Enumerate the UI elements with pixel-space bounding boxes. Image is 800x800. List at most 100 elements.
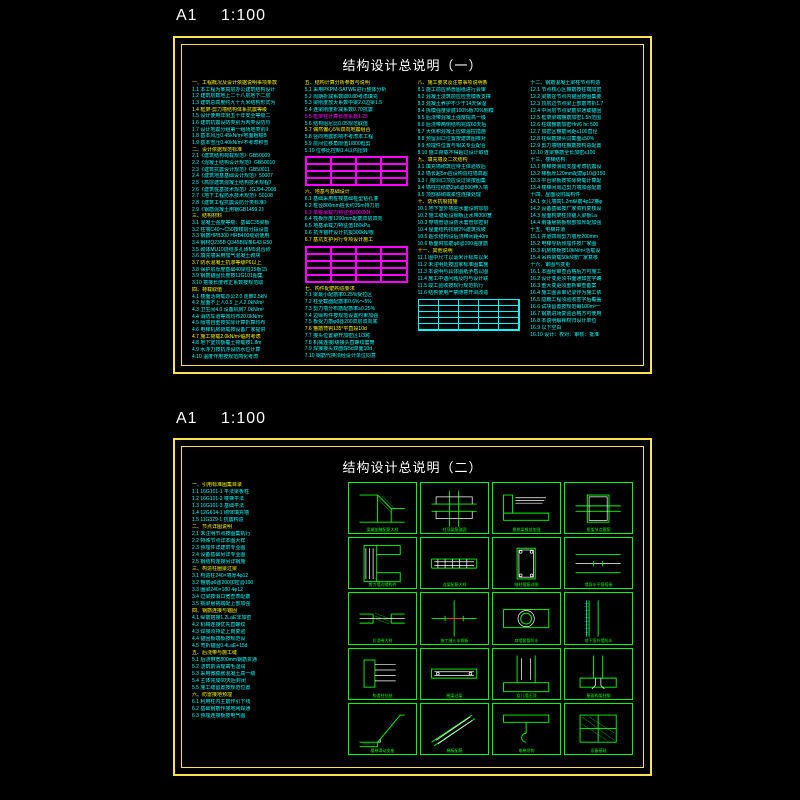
sheet2-frame: 结构设计总说明（二） 一、引用标准图集目录1.1 16G101-1 平法梁板柱1… (173, 438, 652, 776)
note-line: 16.2 设计变更须书面通知签字确 (530, 276, 633, 282)
note-line: 十六、审图与变更 (530, 262, 633, 268)
note-line: 12.6 柱端箍筋加密Hn/6 hc 500 (530, 122, 633, 128)
note-line: 3.10 搭接长度修正系数按规范取 (192, 280, 295, 286)
note-line: 2.2《混凝土结构设计规范》GB50010 (192, 160, 295, 166)
note-line: 10.6 板面附加筋φ8@200温度筋 (418, 241, 521, 247)
note-line: 1.2 16G101-2 楼梯平法 (192, 496, 342, 502)
note-line: 11.2 未注明处按国家标准图集施 (418, 262, 521, 268)
note-line: 六、防雷接地预埋 (192, 692, 342, 698)
detail-caption: 地下室外墙防水 (567, 638, 630, 643)
note-line: 2.6《建筑桩基技术规范》JGJ94-2008 (192, 187, 295, 193)
note-line: 10.1 地下室外墙迎水面设附加层 (418, 206, 521, 212)
detail-cell: 屋面构架柱脚 (564, 648, 633, 700)
note-line: 4.3 卫生间4.0 设备机房7.0kN/m² (192, 307, 295, 313)
sheet1-col-2: 八、施工要求及注意事项说明条8.1 施工前应熟悉图纸进行会审8.2 混凝土浇筑前… (418, 80, 521, 359)
note-line: 6.1 基础采用桩筏基础桩型钻孔灌 (305, 196, 408, 202)
detail-cell: 悬挑梁根部加强 (492, 482, 561, 534)
detail-caption: 施工缝止水钢板 (423, 638, 486, 643)
note-line: 1.5 11G329-1 抗震构造 (192, 517, 342, 523)
note-line: 6.1 利用柱内主筋作引下线 (192, 699, 342, 705)
sheet1-scale: 1:100 (221, 7, 266, 24)
detail-cell: 梁端加腋配筋大样 (348, 482, 417, 534)
detail-caption: 梯板配筋 (423, 748, 486, 753)
note-line: 7.1 梁最小配筋率0.25%受拉区 (305, 292, 408, 298)
note-line: 5.10 位移比控制1.4以内扭转 (305, 148, 408, 154)
detail-cell: 施工缝止水钢板 (420, 592, 489, 644)
note-line: 8.2 混凝土浇筑前应检查模板支撑 (418, 94, 521, 100)
note-line: 10.2 施工缝处设钢板止水带300宽 (418, 213, 521, 219)
note-line: 3.2 柱墙C40～C50按楼层分段设置 (192, 227, 295, 233)
note-line: 15.4 吊钩荷载50kN按厂家复核 (530, 255, 633, 261)
sheet1-inner: 结构设计总说明（一） 一、工程概况及设计依据说明事项条款1.1 本工程为某高层办… (181, 44, 644, 366)
note-line: 6.3 预埋连接板按电气图 (192, 713, 342, 719)
detail-cell: 地下室外墙防水 (564, 592, 633, 644)
note-line: 3.1 混凝土强度等级：基础C35梁板 (192, 220, 295, 226)
note-line: 3.5 挑梁悬挑端配上部加强 (192, 601, 342, 607)
note-line: 1.8 基本风压0.45kN/m²地面粗糙B (192, 133, 295, 139)
note-line: 4.8 地下室顶板覆土荷载按1.8m (192, 340, 295, 346)
note-line: 5.7 偶然偏心5%双向地震组合 (305, 127, 408, 133)
note-line: 12.3 顶层边节点梁上部筋弯折1.7 (530, 101, 633, 107)
note-line: 四、钢筋连接与锚固 (192, 608, 342, 614)
detail-caption: 女儿墙压顶 (495, 693, 558, 698)
note-line: 1.2 建筑层数地上二十八层地下二层 (192, 93, 295, 99)
note-line: 一、引用标准图集目录 (192, 482, 342, 488)
note-line: 16.9 以下空白 (530, 325, 633, 331)
sheet1-col-1: 五、结构计算分析参数与说明5.1 采用PKPM-SATWE进行整体分析5.2 周… (305, 80, 408, 359)
note-line: 16.5 隐蔽工程须验收签字后覆盖 (530, 297, 633, 303)
note-line: 3.4 钢材Q235B Q345B焊条E43 E50 (192, 240, 295, 246)
note-line: 3.7 防水混凝土抗渗等级P6以上 (192, 260, 295, 266)
note-line: 4.5 弯折锚固0.4LaE+15d (192, 643, 342, 649)
detail-cell: 穿墙套管防水 (492, 592, 561, 644)
note-line: 14.2 设备基础按厂家资料复核设 (530, 206, 633, 212)
note-line: 6.6 抗浮锚杆设计抗拔300kN/根 (305, 230, 408, 236)
detail-caption: 后浇带大样 (351, 638, 414, 643)
note-line: 14.1 女儿墙高1.2m纵筋4φ12箍φ (530, 199, 633, 205)
note-line: 4.4 消防车道等效均布20.0kN/m² (192, 314, 295, 320)
note-line: 3.3 钢筋HPB300 HRB400级别使用 (192, 233, 295, 239)
note-line: 7.3 剪力墙分布筋配筋率≥0.25% (305, 306, 408, 312)
sheet2-details-grid: 梁端加腋配筋大样柱顶梁筋锚固悬挑梁根部加强框架节点箍筋剪力墙边缘构件连梁配筋大样… (348, 482, 633, 755)
sheet1-col-3: 十二、钢筋混凝土梁柱节点构造12.1 节点核心区箍筋按柱端加密12.2 梁筋在节… (530, 80, 633, 359)
note-line: 13.4 楼梯间周边剪力墙加强配筋 (530, 185, 633, 191)
note-line: 4.3 焊接须持证上岗复验 (192, 629, 342, 635)
note-line: 3.6 填充墙采用加气混凝土砌块 (192, 253, 295, 259)
note-line: 15.2 电梯导轨预埋件按厂家图 (530, 241, 633, 247)
note-line: 3.9 钢筋锚固长度按11G101图集 (192, 273, 295, 279)
note-line: 2.2 特殊节点详本图大样 (192, 538, 342, 544)
note-line: 九、填充墙及二次结构 (418, 157, 521, 163)
note-line: 8.7 大体积混凝土应做温控措施 (418, 129, 521, 135)
sheet2-body: 一、引用标准图集目录1.1 16G101-1 平法梁板柱1.2 16G101-2… (192, 482, 633, 761)
note-line: 5.5 施工缝留置按规范位置 (192, 685, 342, 691)
note-line: 4.9 水浮力按抗浮设防水位计算 (192, 347, 295, 353)
detail-cell: 柱顶梁筋锚固 (420, 482, 489, 534)
detail-caption: 悬挑梁根部加强 (495, 527, 558, 532)
note-line: 6.2 基础钢筋作接地网焊通 (192, 706, 342, 712)
detail-cell: 剪力墙边缘构件 (348, 537, 417, 589)
note-line: 16.8 本说明解释权归设计单位 (530, 318, 633, 324)
note-line: 5.1 后浇带宽800mm钢筋贯通 (192, 657, 342, 663)
sheet2-label: A1 1:100 (176, 410, 266, 428)
param-table (305, 156, 408, 186)
note-line: 三、构造柱圈梁过梁 (192, 566, 342, 572)
detail-caption: 设备基础 (567, 748, 630, 753)
note-line: 1.9 基本雪压0.40kN/m²不考虑积雪 (192, 140, 295, 146)
note-line: 16.7 钢筋进场复验合格方可使用 (530, 311, 633, 317)
note-line: 13.1 楼梯按滑动支座考虑抗震设 (530, 164, 633, 170)
sheet1-label: A1 1:100 (176, 7, 266, 25)
note-line: 8.9 预埋件位置与相关专业配合 (418, 143, 521, 149)
note-line: 4.7 施工荷载2.0kN/m²临时考虑 (192, 334, 295, 340)
note-line: 12.8 柱纵筋接头同截面≤50% (530, 136, 633, 142)
note-line: 二、节点详图说明 (192, 524, 342, 530)
note-line: 8.8 预留洞口位置按建筑图核对 (418, 136, 521, 142)
note-line: 4.2 屋面不上人0.5 上人2.0kN/m² (192, 300, 295, 306)
note-line: 十五、电梯井道 (530, 227, 633, 233)
note-line: 4.1 纵筋搭接1.2LaE非加密 (192, 615, 342, 621)
note-line: 1.4 框架-剪力墙结构体系抗震等级 (192, 107, 295, 113)
note-line: 1.1 本工程为某高层办公建筑结构设计 (192, 87, 295, 93)
note-line: 12.7 加密区箍筋间距≤100直径 (530, 129, 633, 135)
note-line: 8.5 后浇带混凝土强度提高一级 (418, 115, 521, 121)
note-line: 五、后浇带与施工缝 (192, 650, 342, 656)
note-line: 9.4 墙柱拉结筋2φ6@500伸入墙 (418, 185, 521, 191)
detail-caption: 构造柱拉结 (351, 693, 414, 698)
